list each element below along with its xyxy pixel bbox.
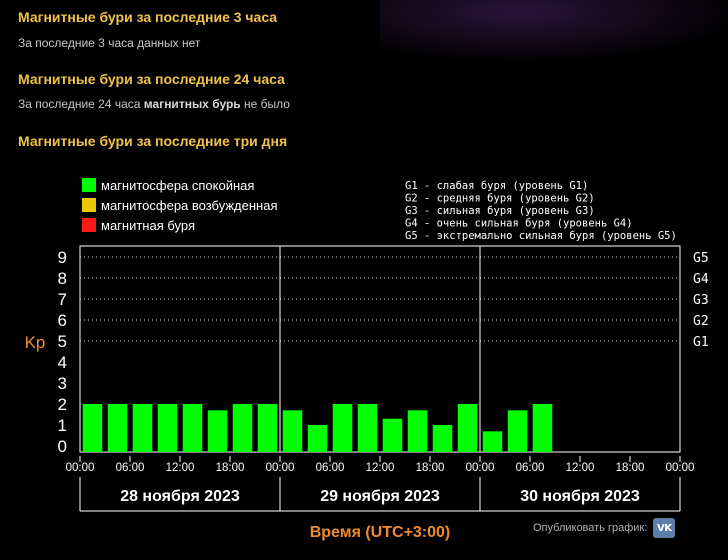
storm-level-label: G4: [693, 272, 709, 287]
kp-chart: магнитосфера спокойная магнитосфера возбу…: [25, 178, 709, 541]
legend-label: магнитная буря: [101, 218, 195, 233]
x-tick-label: 00:00: [666, 462, 695, 474]
x-tick-label: 00:00: [66, 462, 95, 474]
kp-bar: [457, 404, 478, 452]
storm-legend-item: G2 - средняя буря (уровень G2): [405, 193, 595, 205]
kp-bar: [307, 425, 328, 452]
x-tick-label: 18:00: [416, 462, 445, 474]
kp-bar: [232, 404, 253, 452]
storm-level-label: G3: [693, 293, 709, 308]
y-tick-label: 9: [58, 248, 67, 267]
publish-label: Опубликовать график:: [533, 522, 648, 534]
storm-legend-item: G3 - сильная буря (уровень G3): [405, 205, 595, 217]
day-label: 29 ноября 2023: [320, 488, 440, 505]
y-tick-label: 2: [58, 395, 67, 414]
kp-bar: [132, 404, 153, 452]
vk-icon[interactable]: VK: [653, 518, 676, 538]
x-axis-title: Время (UTC+3:00): [310, 524, 451, 541]
day-label: 30 ноября 2023: [520, 488, 640, 505]
x-tick-label: 00:00: [466, 462, 495, 474]
x-tick-label: 12:00: [166, 462, 195, 474]
kp-bar: [382, 418, 403, 452]
kp-bar: [482, 431, 503, 452]
x-tick-label: 12:00: [566, 462, 595, 474]
day-label: 28 ноября 2023: [120, 488, 240, 505]
y-tick-label: 4: [58, 353, 67, 372]
kp-bar: [107, 404, 128, 452]
y-tick-label: 3: [58, 374, 67, 393]
legend-swatch: [82, 198, 96, 212]
y-tick-label: 5: [58, 332, 67, 351]
legend-label: магнитосфера возбужденная: [101, 198, 278, 213]
y-tick-label: 0: [58, 437, 67, 456]
y-tick-label: 8: [58, 269, 67, 288]
y-axis-title: Kp: [25, 333, 46, 352]
storm-legend-item: G4 - очень сильная буря (уровень G4): [405, 218, 633, 230]
kp-bar: [207, 410, 228, 452]
x-tick-label: 18:00: [216, 462, 245, 474]
kp-bar: [82, 404, 103, 452]
kp-bar: [432, 425, 453, 452]
x-tick-label: 06:00: [516, 462, 545, 474]
x-tick-label: 06:00: [116, 462, 145, 474]
x-tick-label: 06:00: [316, 462, 345, 474]
kp-bar: [257, 404, 278, 452]
kp-bar: [182, 404, 203, 452]
storm-legend-item: G5 - экстремально сильная буря (уровень …: [405, 230, 677, 242]
y-tick-label: 7: [58, 290, 67, 309]
y-tick-label: 1: [58, 416, 67, 435]
x-tick-label: 12:00: [366, 462, 395, 474]
kp-bar: [507, 410, 528, 452]
legend-swatch: [82, 178, 96, 192]
storm-level-label: G1: [693, 335, 709, 350]
kp-bar: [532, 404, 553, 452]
storm-level-label: G2: [693, 314, 709, 329]
legend-label: магнитосфера спокойная: [101, 178, 254, 193]
storm-legend-item: G1 - слабая буря (уровень G1): [405, 180, 588, 192]
storm-level-label: G5: [693, 251, 709, 266]
x-tick-label: 00:00: [266, 462, 295, 474]
kp-bar: [357, 404, 378, 452]
x-tick-label: 18:00: [616, 462, 645, 474]
y-tick-label: 6: [58, 311, 67, 330]
legend-swatch: [82, 218, 96, 232]
kp-bar: [407, 410, 428, 452]
publish-area: Опубликовать график: VK: [533, 518, 676, 538]
kp-bar: [332, 404, 353, 452]
kp-bar: [157, 404, 178, 452]
kp-bar: [282, 410, 303, 452]
